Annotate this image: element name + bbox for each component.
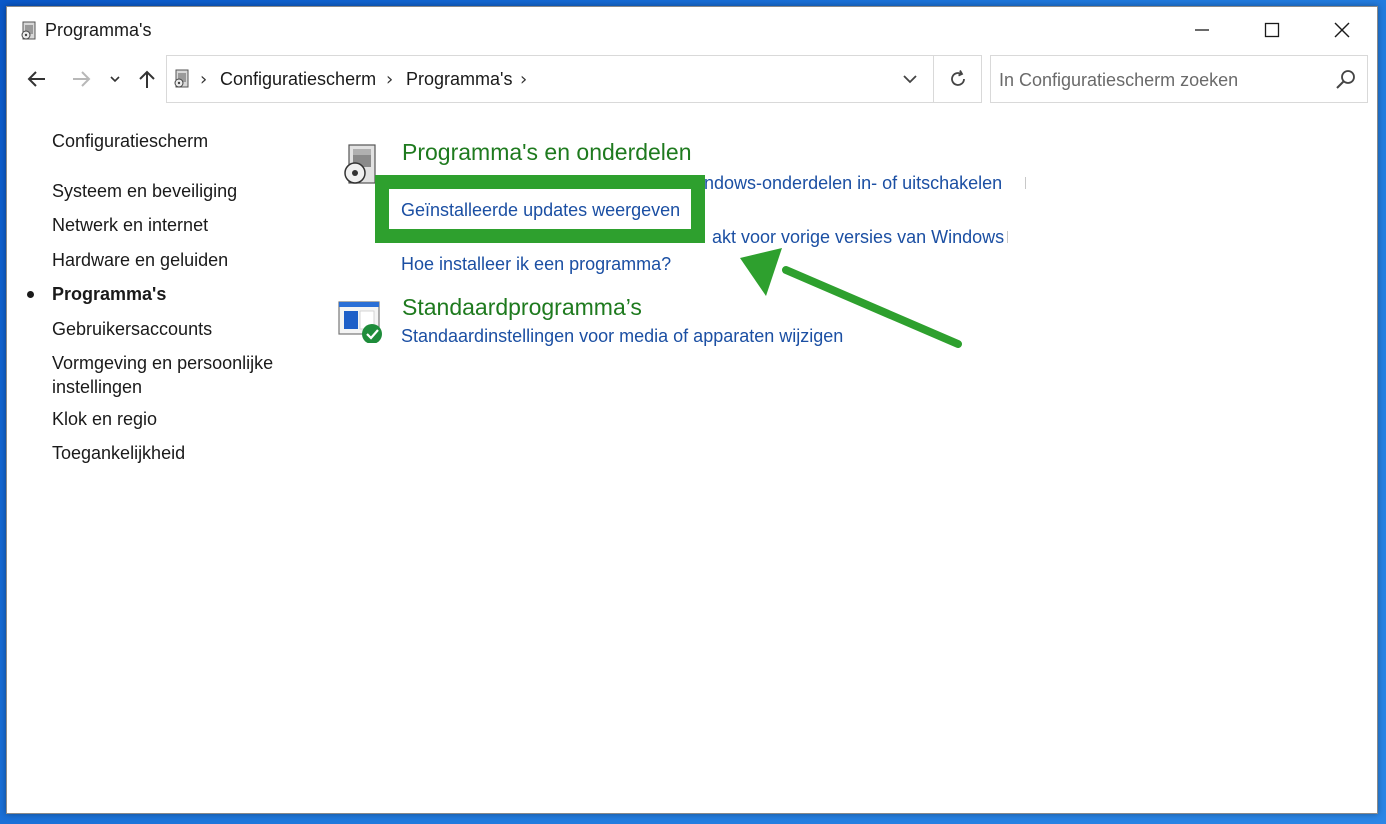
sidebar-item-control-panel-home[interactable]: Configuratiescherm: [52, 129, 302, 153]
window-title: Programma's: [45, 20, 152, 40]
breadcrumb-programs[interactable]: Programma's: [406, 69, 512, 90]
how-to-install-link[interactable]: Hoe installeer ik een programma?: [401, 254, 671, 275]
search-icon[interactable]: [1335, 68, 1357, 90]
programs-and-features-title[interactable]: Programma's en onderdelen: [402, 139, 692, 166]
address-dropdown-button[interactable]: [892, 56, 928, 102]
installed-updates-link[interactable]: Geïnstalleerde updates weergeven: [401, 200, 680, 221]
sidebar-item-system-security[interactable]: Systeem en beveiliging: [52, 179, 302, 203]
chevron-down-icon: [110, 76, 120, 83]
sidebar-item-user-accounts[interactable]: Gebruikersaccounts: [52, 317, 302, 341]
navigation-bar: › Configuratiescherm › Programma's ›: [7, 55, 1377, 105]
sidebar-item-hardware-sound[interactable]: Hardware en geluiden: [52, 248, 302, 272]
sidebar-item-network[interactable]: Netwerk en internet: [52, 213, 302, 237]
minimize-button[interactable]: [1167, 7, 1237, 53]
forward-button[interactable]: [67, 65, 95, 93]
control-panel-window: Programma's › Configuratiescherm › Progr…: [6, 6, 1378, 814]
arrow-left-icon: [27, 71, 45, 87]
minimize-icon: [1195, 29, 1209, 31]
programs-icon: [174, 69, 189, 88]
back-button[interactable]: [23, 65, 51, 93]
refresh-button[interactable]: [933, 56, 981, 102]
maximize-icon: [1264, 22, 1280, 38]
refresh-icon: [950, 70, 965, 86]
arrow-up-icon: [139, 70, 155, 88]
chevron-right-icon[interactable]: ›: [520, 69, 527, 90]
chevron-right-icon[interactable]: ›: [386, 69, 393, 90]
default-programs-icon: [338, 301, 382, 343]
sidebar-item-clock-region[interactable]: Klok en regio: [52, 407, 302, 431]
close-icon: [1334, 22, 1350, 38]
chevron-down-icon: [903, 75, 917, 84]
default-settings-link[interactable]: Standaardinstellingen voor media of appa…: [401, 326, 843, 347]
chevron-right-icon: ›: [200, 69, 208, 90]
maximize-button[interactable]: [1237, 7, 1307, 53]
close-button[interactable]: [1307, 7, 1377, 53]
address-bar[interactable]: › Configuratiescherm › Programma's ›: [166, 55, 982, 103]
sidebar-item-appearance[interactable]: Vormgeving en persoonlijke instellingen: [52, 351, 292, 399]
default-programs-title[interactable]: Standaardprogramma’s: [402, 294, 642, 321]
search-box[interactable]: [990, 55, 1368, 103]
arrow-right-icon: [73, 71, 91, 87]
sidebar-item-accessibility[interactable]: Toegankelijkheid: [52, 441, 302, 465]
compatibility-link[interactable]: akt voor vorige versies van Windows: [712, 227, 1004, 248]
windows-features-link[interactable]: ndows-onderdelen in- of uitschakelen: [704, 173, 1002, 194]
up-button[interactable]: [133, 65, 161, 93]
sidebar-item-programs[interactable]: Programma's: [52, 282, 302, 306]
title-bar: Programma's: [7, 7, 1377, 53]
recent-locations-button[interactable]: [104, 65, 126, 93]
link-separator: [1007, 231, 1008, 243]
breadcrumb-control-panel[interactable]: Configuratiescherm: [220, 69, 376, 90]
active-bullet-icon: [27, 291, 34, 298]
link-separator: [1025, 177, 1026, 189]
programs-icon: [21, 21, 36, 40]
search-input[interactable]: [999, 66, 1329, 94]
